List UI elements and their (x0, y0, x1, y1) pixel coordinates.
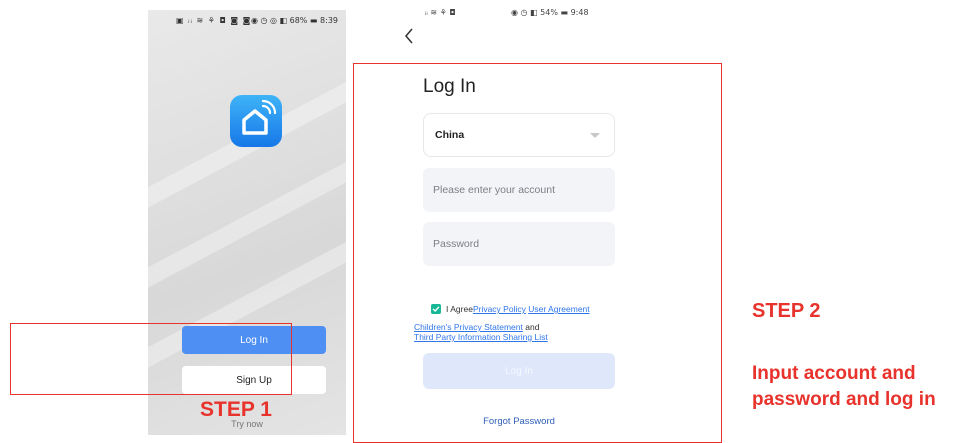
status-bar: ▣ ᵢᵢ ≋ ⚘ ◘ ◙ ◙ ◉ ◷ ◎ ◧ 68% ▬ 8:39 (148, 14, 346, 30)
status-icons-right: ◉ ◷ ◧ 54% ▬ 9:48 (511, 8, 589, 17)
dropdown-arrow-icon (590, 133, 600, 138)
background-shade (148, 131, 346, 307)
status-icons-left: ᵢᵢ ≋ ⚘ ◘ (425, 8, 456, 17)
status-icons-left: ▣ ᵢᵢ ≋ ⚘ ◘ ◙ ◙ (176, 16, 252, 25)
checkmark-icon (432, 306, 440, 312)
account-input[interactable] (423, 168, 615, 212)
childrens-privacy-link[interactable]: Children's Privacy Statement (414, 322, 523, 332)
step2-desc-line: password and log in (752, 389, 936, 410)
third-party-sharing-link[interactable]: Third Party Information Sharing List (414, 332, 548, 342)
password-input[interactable] (423, 222, 615, 266)
step1-highlight-box (10, 323, 292, 395)
forgot-password-link[interactable]: Forgot Password (423, 416, 615, 427)
agree-line: I AgreePrivacy Policy User Agreement (446, 304, 590, 315)
agree-checkbox[interactable] (431, 304, 441, 314)
agree-line: Third Party Information Sharing List (414, 332, 548, 343)
privacy-policy-link[interactable]: Privacy Policy (473, 304, 526, 314)
and-text: and (525, 322, 540, 332)
agree-text: I Agree (446, 304, 473, 314)
country-value: China (435, 129, 465, 141)
status-bar: ᵢᵢ ≋ ⚘ ◘ ◉ ◷ ◧ 54% ▬ 9:48 (425, 8, 665, 17)
smart-home-app-icon (230, 95, 282, 147)
step2-label: STEP 2 (752, 300, 821, 322)
step1-label: STEP 1 (200, 398, 272, 421)
step2-description: Input account and password and log in (752, 361, 978, 413)
status-icons-right: ◉ ◷ ◎ ◧ 68% ▬ 8:39 (250, 16, 338, 25)
page-title: Log In (423, 76, 476, 97)
user-agreement-link[interactable]: User Agreement (528, 304, 589, 314)
login-submit-button[interactable]: Log In (423, 353, 615, 389)
country-selector[interactable]: China (423, 113, 615, 157)
back-arrow-icon[interactable] (401, 26, 417, 46)
step2-desc-line: Input account and (752, 363, 916, 384)
